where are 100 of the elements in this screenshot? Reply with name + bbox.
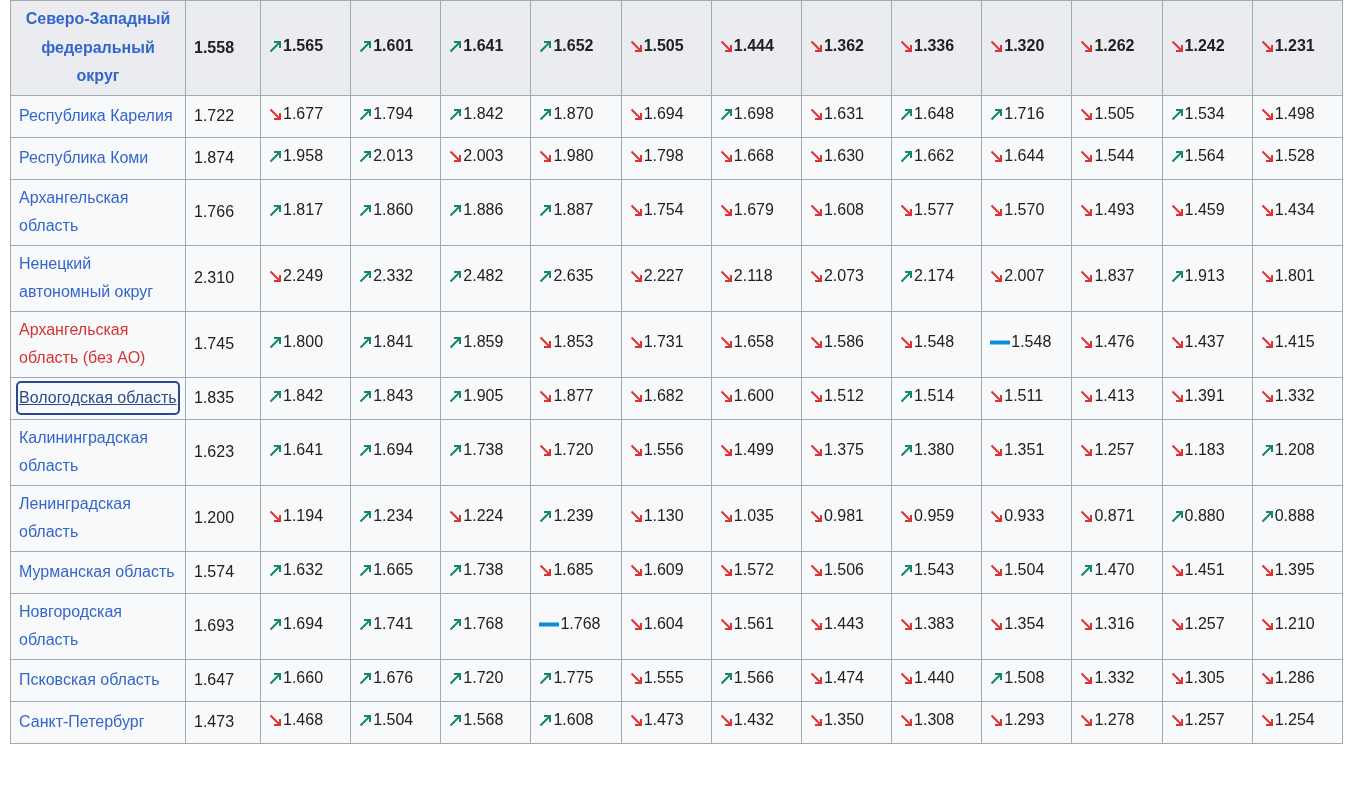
value-text: 1.601 bbox=[373, 36, 414, 57]
value-text: 1.720 bbox=[463, 668, 504, 689]
value-text: 1.506 bbox=[823, 560, 864, 581]
value-text: 1.694 bbox=[643, 104, 684, 125]
value-text: 1.183 bbox=[1184, 440, 1225, 461]
value-text: 1.859 bbox=[463, 332, 504, 353]
value-text: 1.354 bbox=[1004, 614, 1045, 635]
value-text: 1.362 bbox=[823, 36, 864, 57]
value-text: 2.007 bbox=[1004, 266, 1045, 287]
value-text: 1.685 bbox=[553, 560, 594, 581]
value-text: 1.505 bbox=[1094, 104, 1135, 125]
value-text: 1.644 bbox=[1004, 146, 1045, 167]
value-text: 1.257 bbox=[1094, 440, 1135, 461]
value-text: 1.913 bbox=[1184, 266, 1225, 287]
value-text: 1.877 bbox=[553, 386, 594, 407]
value-text: 1.731 bbox=[643, 332, 684, 353]
value-text: 1.722 bbox=[194, 106, 235, 124]
value-text: 1.257 bbox=[1184, 710, 1225, 731]
value-text: 1.437 bbox=[1184, 332, 1225, 353]
value-text: 1.234 bbox=[373, 506, 414, 527]
value-text: 1.648 bbox=[914, 104, 955, 125]
value-text: 1.351 bbox=[1004, 440, 1045, 461]
value-text: 1.564 bbox=[1184, 146, 1225, 167]
value-text: 1.257 bbox=[1184, 614, 1225, 635]
value-text: 0.880 bbox=[1184, 506, 1225, 527]
value-text: 1.242 bbox=[1184, 36, 1225, 57]
value-text: 1.194 bbox=[283, 506, 324, 527]
value-text: 1.443 bbox=[823, 614, 864, 635]
value-text: 1.278 bbox=[1094, 710, 1135, 731]
value-text: 1.231 bbox=[1274, 36, 1315, 57]
value-text: 1.380 bbox=[914, 440, 955, 461]
value-text: 1.511 bbox=[1004, 386, 1044, 407]
value-text: 1.609 bbox=[643, 560, 684, 581]
value-text: 0.888 bbox=[1274, 506, 1315, 527]
value-text: 1.698 bbox=[733, 104, 774, 125]
value-text: 1.677 bbox=[283, 104, 324, 125]
value-text: 1.470 bbox=[1094, 560, 1135, 581]
value-text: 1.555 bbox=[643, 668, 684, 689]
value-text: 1.451 bbox=[1184, 560, 1225, 581]
value-text: 2.227 bbox=[643, 266, 684, 287]
value-text: 1.440 bbox=[914, 668, 955, 689]
value-text: 1.623 bbox=[194, 442, 235, 460]
value-text: 1.534 bbox=[1184, 104, 1225, 125]
value-text: 1.395 bbox=[1274, 560, 1315, 581]
value-text: 1.305 bbox=[1184, 668, 1225, 689]
value-text: 2.073 bbox=[823, 266, 864, 287]
value-text: 1.474 bbox=[823, 668, 864, 689]
value-text: 1.843 bbox=[373, 386, 414, 407]
value-text: 1.413 bbox=[1094, 386, 1135, 407]
value-text: 1.505 bbox=[643, 36, 684, 57]
value-text: 1.544 bbox=[1094, 146, 1135, 167]
value-text: 0.871 bbox=[1094, 506, 1135, 527]
value-text: 1.800 bbox=[283, 332, 324, 353]
value-text: 1.775 bbox=[553, 668, 594, 689]
value-text: 1.383 bbox=[914, 614, 955, 635]
value-text: 1.766 bbox=[194, 202, 235, 220]
value-text: 1.224 bbox=[463, 506, 504, 527]
value-text: 1.434 bbox=[1274, 200, 1315, 221]
value-text: 1.473 bbox=[643, 710, 684, 731]
value-text: 1.572 bbox=[733, 560, 774, 581]
value-text: 1.630 bbox=[823, 146, 864, 167]
value-text: 1.841 bbox=[373, 332, 414, 353]
value-text: 0.959 bbox=[914, 506, 955, 527]
value-text: 1.561 bbox=[733, 614, 774, 635]
value-text: 1.130 bbox=[643, 506, 684, 527]
value-text: 1.842 bbox=[463, 104, 504, 125]
value-text: 2.635 bbox=[553, 266, 594, 287]
value-text: 1.035 bbox=[733, 506, 774, 527]
value-text: 1.208 bbox=[1274, 440, 1315, 461]
value-text: 1.316 bbox=[1094, 614, 1135, 635]
value-text: 1.498 bbox=[1274, 104, 1315, 125]
value-text: 1.641 bbox=[283, 440, 324, 461]
value-text: 1.741 bbox=[373, 614, 414, 635]
value-text: 1.604 bbox=[643, 614, 684, 635]
value-text: 0.981 bbox=[823, 506, 864, 527]
value-text: 1.548 bbox=[914, 332, 955, 353]
value-text: 1.262 bbox=[1094, 36, 1135, 57]
value-text: 1.320 bbox=[1004, 36, 1045, 57]
value-text: 1.694 bbox=[283, 614, 324, 635]
value-text: 1.754 bbox=[643, 200, 684, 221]
value-text: 1.239 bbox=[553, 506, 594, 527]
value-text: 1.504 bbox=[1004, 560, 1045, 581]
value-text: 1.679 bbox=[733, 200, 774, 221]
value-text: 1.720 bbox=[553, 440, 594, 461]
value-text: 1.860 bbox=[373, 200, 414, 221]
value-text: 1.336 bbox=[914, 36, 955, 57]
value-text: 1.794 bbox=[373, 104, 414, 125]
value-text: 1.745 bbox=[194, 334, 235, 352]
value-text: 1.570 bbox=[1004, 200, 1045, 221]
value-text: 1.958 bbox=[283, 146, 324, 167]
value-text: 1.293 bbox=[1004, 710, 1045, 731]
value-text: 1.631 bbox=[823, 104, 864, 125]
value-text: 2.003 bbox=[463, 146, 504, 167]
value-text: 2.118 bbox=[733, 266, 773, 287]
value-text: 1.641 bbox=[463, 36, 504, 57]
value-text: 1.768 bbox=[463, 614, 504, 635]
value-text: 2.013 bbox=[373, 146, 414, 167]
value-text: 1.391 bbox=[1184, 386, 1225, 407]
value-text: 1.980 bbox=[553, 146, 594, 167]
value-text: 1.286 bbox=[1274, 668, 1315, 689]
